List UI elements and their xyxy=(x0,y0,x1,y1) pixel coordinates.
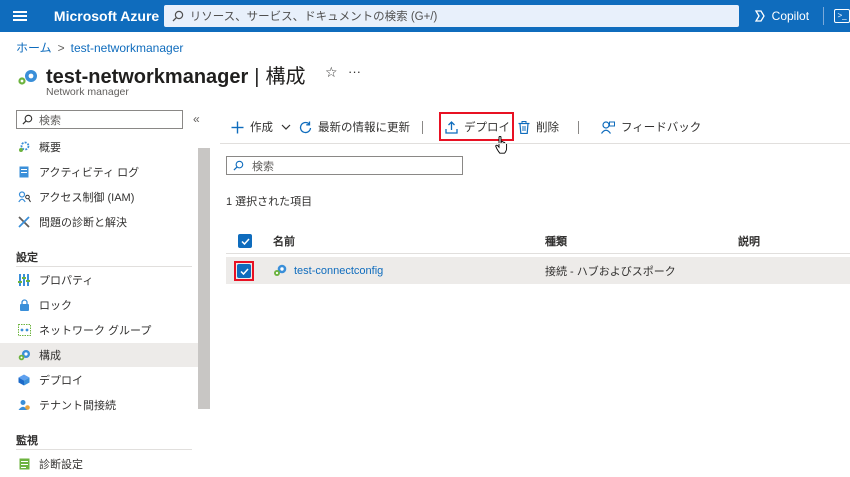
column-header-name[interactable]: 名前 xyxy=(273,233,295,249)
sidebar-item-label: ネットワーク グループ xyxy=(39,325,152,337)
properties-icon xyxy=(17,273,31,287)
toolbar-divider xyxy=(422,121,423,134)
activity-log-icon xyxy=(17,165,31,179)
sidebar-item-iam[interactable]: アクセス制御 (IAM) xyxy=(0,185,198,209)
search-icon xyxy=(172,10,183,22)
menu-icon[interactable] xyxy=(0,0,40,32)
copilot-label: Copilot xyxy=(771,9,810,23)
sidebar-item-properties[interactable]: プロパティ xyxy=(0,268,198,292)
select-all-checkbox[interactable] xyxy=(238,234,252,248)
row-name-link[interactable]: test-connectconfig xyxy=(294,265,383,277)
cloud-shell-icon[interactable]: >_ xyxy=(834,9,850,23)
sidebar-item-label: デプロイ xyxy=(39,375,83,387)
sidebar-item-diagnose[interactable]: 問題の診断と解決 xyxy=(0,210,198,234)
sidebar-item-label: 構成 xyxy=(39,350,61,362)
sidebar-search-placeholder: 検索 xyxy=(39,114,61,127)
sidebar-item-deploy[interactable]: デプロイ xyxy=(0,368,198,392)
sidebar-item-label: 概要 xyxy=(39,142,61,154)
brand-title[interactable]: Microsoft Azure xyxy=(54,8,164,24)
filter-placeholder: 検索 xyxy=(252,160,274,173)
sidebar-item-overview[interactable]: 概要 xyxy=(0,135,198,159)
more-options-icon[interactable]: ··· xyxy=(348,64,361,79)
hand-cursor-icon xyxy=(495,136,508,154)
filter-input[interactable]: 検索 xyxy=(226,156,463,175)
diagnostic-settings-icon xyxy=(17,457,31,471)
column-header-type[interactable]: 種類 xyxy=(545,233,567,249)
feedback-label: フィードバック xyxy=(621,122,702,134)
create-button[interactable]: 作成 xyxy=(231,118,297,136)
row-checkbox-highlight xyxy=(234,261,254,281)
sidebar-search-input[interactable]: 検索 xyxy=(16,110,183,129)
deploy-icon xyxy=(17,373,31,387)
column-header-description[interactable]: 説明 xyxy=(738,233,760,249)
sidebar-item-cross-tenant[interactable]: テナント間接続 xyxy=(0,393,198,417)
sidebar-item-label: 診断設定 xyxy=(39,459,83,471)
selected-count: 1 選択された項目 xyxy=(226,196,313,208)
section-name: 構成 xyxy=(265,66,306,88)
chevron-down-icon xyxy=(281,124,291,130)
checkmark-icon xyxy=(240,237,250,245)
top-bar: Microsoft Azure リソース、サービス、ドキュメントの検索 (G+/… xyxy=(0,0,850,32)
refresh-icon xyxy=(299,121,312,133)
grid-header: 名前 種類 説明 xyxy=(226,228,850,254)
toolbar-underline xyxy=(220,143,850,144)
iam-icon xyxy=(17,190,31,204)
plus-icon xyxy=(231,121,244,133)
sidebar-item-configuration[interactable]: 構成 xyxy=(0,343,198,367)
search-icon xyxy=(233,160,244,171)
sidebar-item-label: プロパティ xyxy=(39,275,94,287)
sidebar: 検索 « 概要 アクティビティ ログ アクセス制御 (IAM) 問題の診断と解決… xyxy=(0,104,210,477)
diagnose-icon xyxy=(17,215,31,229)
page-title: test-networkmanager | 構成 xyxy=(46,60,305,89)
collapse-sidebar-icon[interactable]: « xyxy=(193,112,200,126)
toolbar-divider xyxy=(578,121,579,134)
delete-label: 削除 xyxy=(536,122,559,134)
configuration-icon xyxy=(17,348,31,362)
copilot-icon xyxy=(754,10,765,22)
sidebar-item-diagnostic-settings[interactable]: 診断設定 xyxy=(0,452,198,476)
title-separator: | xyxy=(254,66,260,88)
resource-name: test-networkmanager xyxy=(46,66,249,88)
tenant-icon xyxy=(17,398,31,412)
sidebar-item-lock[interactable]: ロック xyxy=(0,293,198,317)
feedback-icon xyxy=(601,120,615,134)
sidebar-scrollbar[interactable] xyxy=(198,148,210,409)
breadcrumb: ホーム > test-networkmanager xyxy=(16,39,183,56)
delete-button[interactable]: 削除 xyxy=(518,118,559,136)
sidebar-item-label: テナント間接続 xyxy=(39,400,116,412)
section-divider xyxy=(16,449,192,450)
network-group-icon xyxy=(17,323,31,337)
refresh-label: 最新の情報に更新 xyxy=(318,122,410,134)
favorite-star-icon[interactable]: ☆ xyxy=(325,64,338,81)
resource-type-subtitle: Network manager xyxy=(46,86,129,98)
global-search-placeholder: リソース、サービス、ドキュメントの検索 (G+/) xyxy=(189,11,438,23)
configuration-icon xyxy=(274,264,287,276)
sidebar-item-network-groups[interactable]: ネットワーク グループ xyxy=(0,318,198,342)
lock-icon xyxy=(17,298,31,312)
topbar-divider xyxy=(823,7,825,25)
sidebar-item-label: 問題の診断と解決 xyxy=(39,217,127,229)
breadcrumb-home[interactable]: ホーム xyxy=(16,41,52,55)
sidebar-item-label: アクティビティ ログ xyxy=(39,167,140,179)
sidebar-item-label: アクセス制御 (IAM) xyxy=(39,192,135,204)
sidebar-section-monitoring: 監視 xyxy=(16,435,38,447)
breadcrumb-chevron: > xyxy=(57,41,65,55)
breadcrumb-current[interactable]: test-networkmanager xyxy=(71,41,184,55)
create-label: 作成 xyxy=(250,122,273,134)
sidebar-section-settings: 設定 xyxy=(16,252,38,264)
global-search-input[interactable]: リソース、サービス、ドキュメントの検索 (G+/) xyxy=(163,5,739,27)
network-manager-icon xyxy=(18,70,37,85)
row-type: 接続 - ハブおよびスポーク xyxy=(545,265,676,278)
refresh-button[interactable]: 最新の情報に更新 xyxy=(299,118,410,136)
table-row[interactable]: test-connectconfig 接続 - ハブおよびスポーク xyxy=(226,257,850,284)
section-divider xyxy=(16,266,192,267)
feedback-button[interactable]: フィードバック xyxy=(601,118,701,136)
search-icon xyxy=(22,114,33,125)
sidebar-item-label: ロック xyxy=(39,300,72,312)
copilot-button[interactable]: Copilot xyxy=(753,9,809,23)
overview-icon xyxy=(17,140,31,154)
trash-icon xyxy=(518,120,530,134)
sidebar-item-activity-log[interactable]: アクティビティ ログ xyxy=(0,160,198,184)
